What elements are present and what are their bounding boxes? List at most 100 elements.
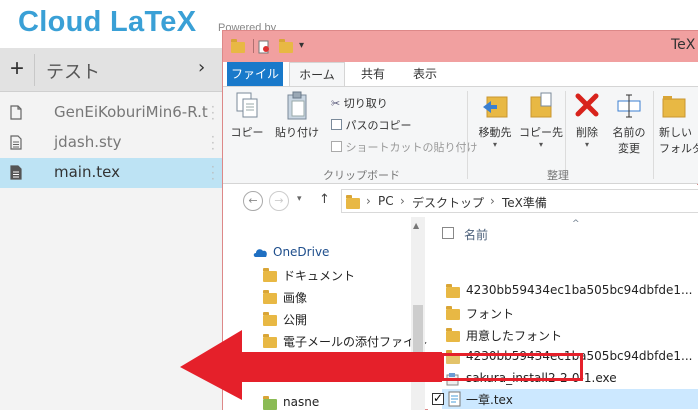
rename-label: 名前の — [612, 126, 646, 139]
file-row[interactable]: フォント — [442, 303, 698, 323]
rename-label-2: 変更 — [618, 142, 640, 155]
cut-button[interactable]: ✂ 切り取り — [331, 95, 388, 111]
back-button[interactable]: ← — [243, 191, 263, 211]
file-icon — [10, 105, 22, 120]
file-name: main.tex — [54, 163, 120, 181]
properties-icon[interactable] — [253, 39, 269, 54]
new-folder-icon[interactable] — [279, 39, 293, 53]
ribbon-tabs: ファイル ホーム 共有 表示 — [223, 62, 698, 86]
forward-button[interactable]: → — [269, 191, 289, 211]
paste-label: 貼り付け — [275, 126, 319, 139]
nav-label: 画像 — [283, 291, 308, 305]
copy-label: コピー — [230, 126, 264, 139]
app-logo: Cloud LaTeX — [18, 6, 197, 38]
recent-locations-chevron-icon[interactable]: ▾ — [297, 194, 302, 204]
project-name[interactable]: テスト — [46, 58, 100, 84]
copy-icon — [236, 92, 258, 118]
breadcrumb-separator: › — [400, 194, 405, 208]
nav-label: OneDrive — [273, 245, 330, 259]
paste-icon — [287, 91, 307, 120]
new-folder-label: 新しい — [659, 126, 692, 139]
highlight-box — [441, 353, 583, 381]
tab-file[interactable]: ファイル — [227, 62, 283, 86]
shortcut-icon — [331, 141, 342, 152]
file-row[interactable]: 用意したフォント — [442, 325, 698, 345]
ribbon-divider — [467, 91, 468, 179]
tab-home[interactable]: ホーム — [289, 62, 345, 86]
move-to-button[interactable]: 移動先 ▾ — [473, 91, 517, 149]
move-to-label: 移動先 — [478, 126, 512, 139]
folder-icon — [446, 306, 460, 320]
breadcrumb-desktop[interactable]: デスクトップ — [412, 194, 484, 211]
organize-group-label: 整理 — [547, 169, 569, 182]
screen: Cloud LaTeX Powered by + テスト › GenEiKobu… — [0, 0, 698, 410]
cut-label: 切り取り — [343, 97, 388, 110]
copy-to-button[interactable]: コピー先 ▾ — [519, 91, 563, 149]
breadcrumb-tex[interactable]: TeX準備 — [502, 194, 547, 211]
breadcrumb-separator: › — [490, 194, 495, 208]
onedrive-cloud-icon — [253, 249, 267, 257]
column-name-header[interactable]: 名前 — [464, 226, 488, 243]
clipboard-group-label: クリップボード — [323, 169, 400, 182]
file-name: jdash.sty — [54, 133, 122, 151]
file-item[interactable]: jdash.sty · · · — [0, 128, 222, 158]
window-titlebar: ▾ TeX — [223, 31, 698, 62]
delete-button[interactable]: 削除 ▾ — [569, 91, 605, 149]
address-bar[interactable]: › PC › デスクトップ › TeX準備 — [341, 189, 698, 213]
folder-icon — [446, 328, 460, 342]
drag-handle-icon[interactable]: · · · — [211, 131, 215, 155]
folder-icon — [263, 312, 277, 326]
chevron-right-icon[interactable]: › — [198, 57, 205, 78]
project-bar: + テスト › — [0, 48, 222, 92]
file-row-name: 4230bb59434ec1ba505bc94dbfde1... — [466, 283, 693, 297]
file-item[interactable]: GenEiKoburiMin6-R.t · · · — [0, 98, 222, 128]
new-folder-label-2: フォルダー — [659, 142, 698, 155]
rename-button[interactable]: 名前の 変更 — [609, 91, 649, 156]
select-all-checkbox[interactable] — [442, 227, 454, 239]
folder-icon — [346, 195, 360, 209]
copy-button[interactable]: コピー — [227, 91, 267, 140]
breadcrumb-separator: › — [366, 194, 371, 208]
sort-ascending-icon: ^ — [572, 219, 580, 229]
address-bar-row: ← → ▾ ↑ › PC › デスクトップ › TeX準備 — [223, 185, 698, 217]
dropdown-arrow-icon: ▾ — [584, 140, 589, 149]
delete-label: 削除 — [576, 126, 598, 139]
tab-share[interactable]: 共有 — [351, 62, 395, 86]
folder-icon — [263, 290, 277, 304]
copy-path-button[interactable]: パスのコピー — [331, 117, 412, 133]
dropdown-arrow-icon: ▾ — [538, 140, 543, 149]
copy-to-icon — [530, 92, 552, 118]
copy-path-label: パスのコピー — [345, 119, 412, 132]
window-title: TeX — [671, 37, 696, 53]
delete-x-icon — [575, 93, 599, 117]
file-row[interactable]: 4230bb59434ec1ba505bc94dbfde1... — [442, 281, 698, 301]
new-folder-button[interactable]: 新しい フォルダー — [659, 91, 698, 156]
rename-icon — [617, 94, 641, 118]
tex-file-icon — [448, 391, 461, 407]
add-file-button[interactable]: + — [6, 56, 28, 82]
drag-handle-icon[interactable]: · · · — [211, 161, 215, 185]
ribbon-divider — [653, 91, 654, 179]
customize-toolbar-icon[interactable]: ▾ — [299, 39, 313, 53]
file-item-selected[interactable]: main.tex · · · — [0, 158, 222, 188]
drag-handle-icon[interactable]: · · · — [211, 101, 215, 125]
nav-label: ドキュメント — [283, 269, 356, 283]
scissors-icon: ✂ — [331, 97, 341, 110]
new-folder-icon — [662, 96, 686, 118]
column-header: 名前 ^ — [442, 219, 692, 245]
file-row-selected[interactable]: ✓ 一章.tex — [432, 389, 698, 409]
divider — [34, 54, 35, 86]
file-text-icon — [10, 135, 22, 150]
network-folder-icon — [263, 396, 277, 410]
tab-view[interactable]: 表示 — [403, 62, 447, 86]
breadcrumb-pc[interactable]: PC — [378, 194, 394, 208]
up-button[interactable]: ↑ — [319, 192, 330, 207]
scroll-up-arrow-icon[interactable]: ▲ — [413, 221, 419, 230]
paste-button[interactable]: 貼り付け — [271, 91, 323, 140]
folder-icon — [263, 268, 277, 282]
folder-icon[interactable] — [231, 39, 245, 53]
folder-icon — [446, 284, 460, 298]
red-arrow-icon — [180, 330, 442, 400]
paste-shortcut-button[interactable]: ショートカットの貼り付け — [331, 139, 478, 155]
move-to-icon — [483, 96, 508, 118]
